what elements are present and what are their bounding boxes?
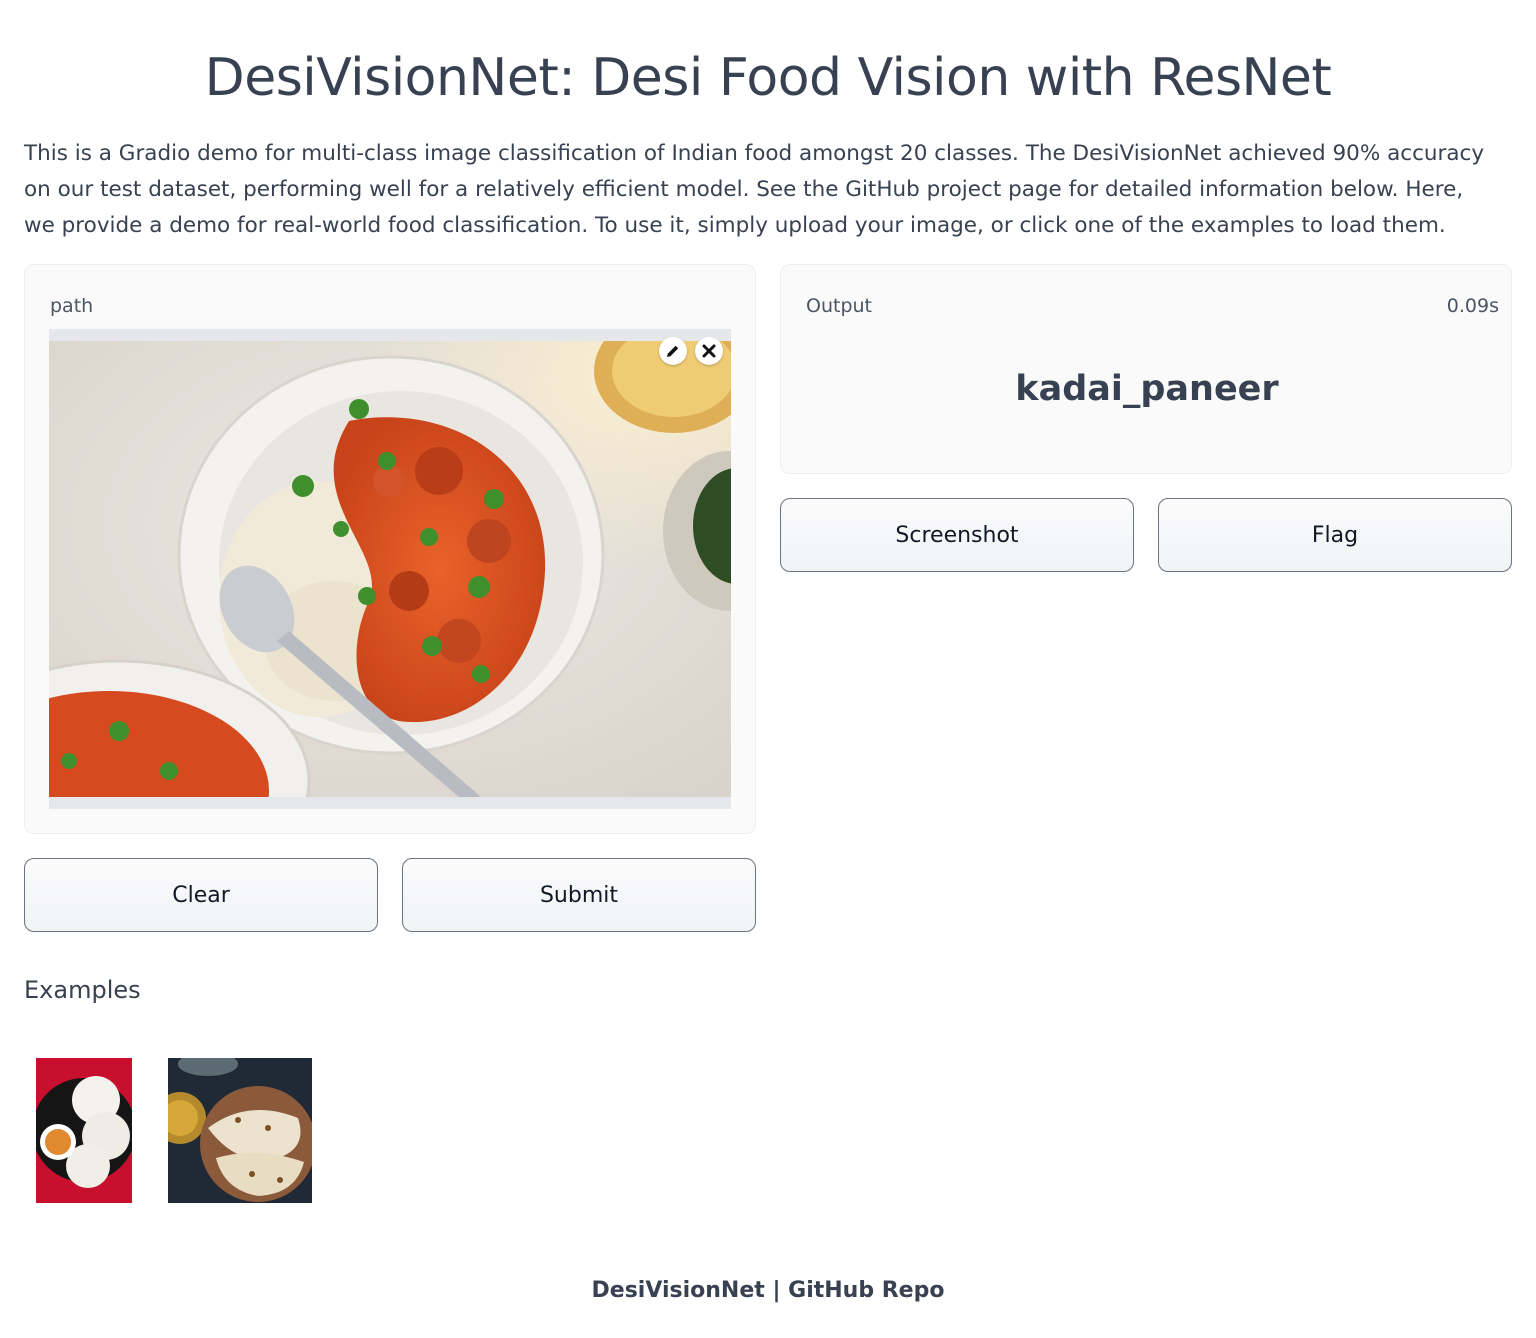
edit-image-button[interactable] (659, 337, 687, 365)
clear-button[interactable]: Clear (24, 858, 378, 932)
footer-github-link[interactable]: GitHub Repo (788, 1278, 944, 1303)
screenshot-button[interactable]: Screenshot (780, 498, 1134, 572)
close-icon (702, 344, 716, 358)
submit-button[interactable]: Submit (402, 858, 756, 932)
remove-image-button[interactable] (695, 337, 723, 365)
footer-separator: | (764, 1278, 789, 1303)
pencil-icon (667, 345, 679, 357)
output-panel: Output 0.09s kadai_paneer (780, 264, 1512, 474)
footer: DesiVisionNet | GitHub Repo (0, 1278, 1536, 1303)
page-description: This is a Gradio demo for multi-class im… (24, 141, 1485, 238)
output-label: Output (806, 295, 872, 317)
input-image-panel: path (24, 264, 756, 834)
inference-time: 0.09s (1446, 295, 1499, 317)
uploaded-food-image (49, 341, 731, 797)
image-preview-frame[interactable] (49, 329, 731, 809)
example-thumbnail-naan[interactable] (168, 1058, 312, 1203)
flag-button[interactable]: Flag (1158, 498, 1512, 572)
example-thumbnail-idli[interactable] (36, 1058, 132, 1203)
page-title: DesiVisionNet: Desi Food Vision with Res… (204, 48, 1332, 108)
predicted-class: kadai_paneer (1015, 369, 1279, 409)
footer-project-link[interactable]: DesiVisionNet (592, 1278, 765, 1303)
input-label: path (50, 295, 94, 317)
examples-heading: Examples (24, 976, 141, 1004)
